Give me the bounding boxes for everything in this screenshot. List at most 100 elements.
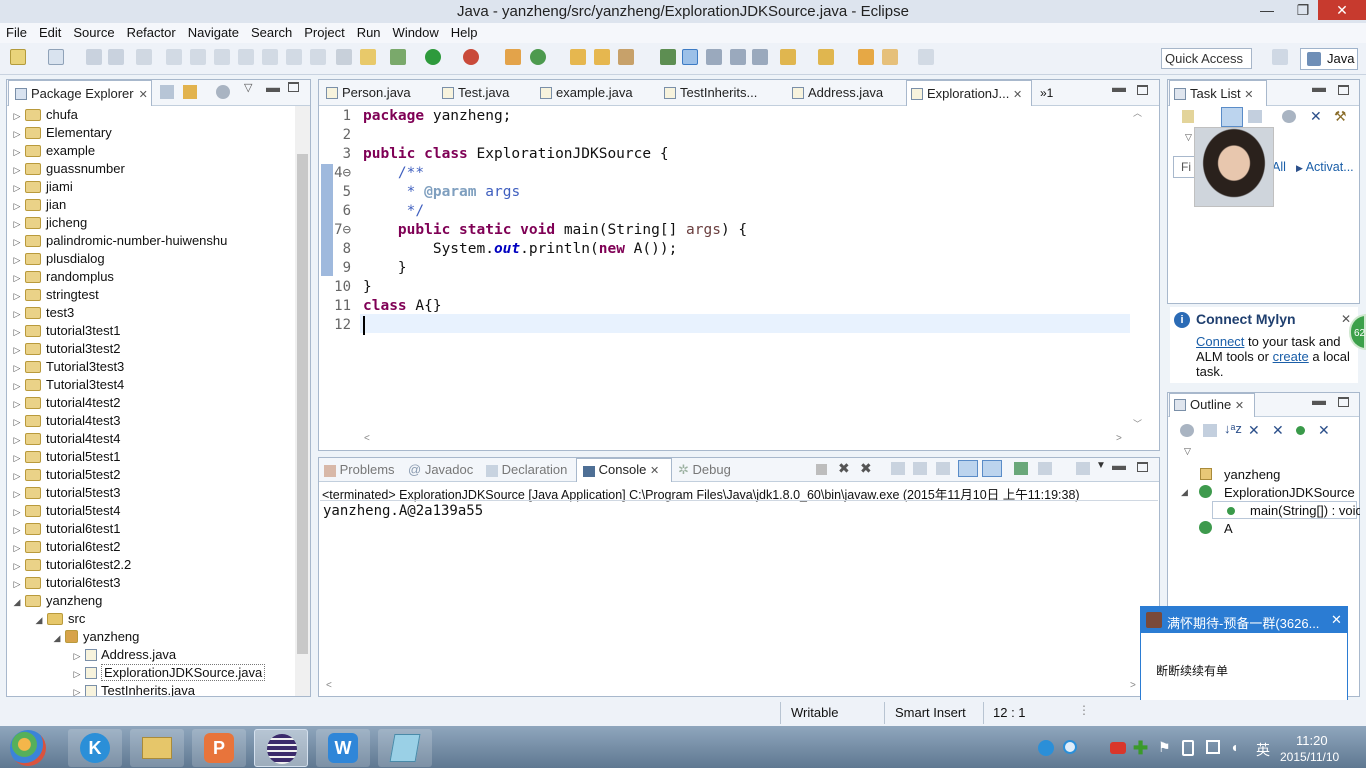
minimize-console-icon[interactable]: ▬: [1112, 457, 1126, 473]
pin-console-icon[interactable]: [1014, 462, 1028, 475]
tree-project[interactable]: ▷ tutorial5test3: [9, 484, 295, 502]
expand-arrow-icon[interactable]: ▷: [9, 215, 25, 233]
run-icon[interactable]: [425, 49, 441, 65]
tab-outline[interactable]: Outline ✕: [1169, 393, 1255, 417]
expand-arrow-icon[interactable]: ▷: [9, 557, 25, 575]
terminate-icon[interactable]: [214, 49, 230, 65]
expand-arrow-icon[interactable]: ▷: [9, 323, 25, 341]
tree-project[interactable]: ▷ test3: [9, 304, 295, 322]
start-button[interactable]: [10, 730, 46, 766]
collapse-arrow-icon[interactable]: ▽: [1184, 446, 1191, 457]
tree-project[interactable]: ▷ tutorial6test2.2: [9, 556, 295, 574]
tree-project[interactable]: ▷ example: [9, 142, 295, 160]
display-console-icon[interactable]: [1038, 462, 1052, 475]
tab-declaration[interactable]: Declaration: [486, 462, 567, 477]
tree-project[interactable]: ◢ yanzheng: [9, 592, 295, 610]
tree-file[interactable]: ▷ TestInherits.java: [9, 682, 295, 696]
new-task-icon[interactable]: [1182, 110, 1194, 123]
tree-project[interactable]: ▷ tutorial6test1: [9, 520, 295, 538]
show-on-stderr-icon[interactable]: [982, 460, 1002, 477]
tree-project[interactable]: ▷ palindromic-number-huiwenshu: [9, 232, 295, 250]
highlight-icon[interactable]: [682, 49, 698, 65]
tree-package[interactable]: ◢ yanzheng: [9, 628, 295, 646]
new-java-package-icon[interactable]: [505, 49, 521, 65]
console-output[interactable]: yanzheng.A@2a139a55: [323, 503, 483, 519]
expand-arrow-icon[interactable]: ▷: [9, 413, 25, 431]
new-project-icon[interactable]: [48, 49, 64, 65]
tree-project[interactable]: ▷ guassnumber: [9, 160, 295, 178]
menu-run[interactable]: Run: [351, 23, 387, 42]
editor-horizontal-scrollbar[interactable]: < >: [360, 432, 1130, 448]
tree-project[interactable]: ▷ tutorial4test3: [9, 412, 295, 430]
taskbar-app-eclipse[interactable]: [254, 729, 308, 767]
create-link[interactable]: create: [1273, 349, 1309, 364]
tray-k-icon[interactable]: [1038, 740, 1054, 756]
scroll-right-icon[interactable]: >: [1116, 433, 1122, 444]
tree-src-folder[interactable]: ◢ src: [9, 610, 295, 628]
new-java-class-icon[interactable]: [530, 49, 546, 65]
tab-editor-file[interactable]: Person.java: [322, 80, 432, 106]
outline-class[interactable]: ExplorationJDKSource: [1224, 485, 1355, 500]
outline-class-a[interactable]: A: [1224, 521, 1233, 536]
expand-arrow-icon[interactable]: ▷: [9, 395, 25, 413]
expand-arrow-icon[interactable]: ▷: [9, 359, 25, 377]
expand-arrow-icon[interactable]: ▷: [9, 521, 25, 539]
hide-fields-icon[interactable]: ✕: [1248, 422, 1260, 439]
scroll-right-icon[interactable]: >: [1130, 680, 1136, 691]
show-whitespace-icon[interactable]: [730, 49, 746, 65]
open-console-icon[interactable]: [1076, 462, 1090, 475]
tree-project[interactable]: ▷ tutorial4test2: [9, 394, 295, 412]
tab-package-explorer[interactable]: Package Explorer ✕: [8, 80, 152, 106]
categorized-icon[interactable]: [1221, 107, 1243, 127]
expand-arrow-icon[interactable]: ▷: [9, 431, 25, 449]
remove-launch-icon[interactable]: ✖: [838, 460, 850, 477]
external-tools-icon[interactable]: [463, 49, 479, 65]
minimize-tasklist-icon[interactable]: ▬: [1312, 79, 1326, 95]
taskbar-app-kuaiya[interactable]: K: [68, 729, 122, 767]
collapse-arrow-icon[interactable]: ▽: [1185, 132, 1192, 143]
tree-project[interactable]: ▷ tutorial6test3: [9, 574, 295, 592]
toggle-icon[interactable]: [136, 49, 152, 65]
clock-date[interactable]: 2015/11/10: [1280, 750, 1339, 764]
new-icon[interactable]: [10, 49, 26, 65]
task-activate-link[interactable]: ▶ Activat...: [1296, 160, 1354, 174]
clear-console-icon[interactable]: [891, 462, 905, 475]
code-area[interactable]: package yanzheng; public class Explorati…: [363, 107, 1123, 335]
prev-annotation-icon[interactable]: [818, 49, 834, 65]
hide-local-types-icon[interactable]: ✕: [1318, 422, 1330, 439]
tree-file-selected[interactable]: ▷ ExplorationJDKSource.java: [9, 664, 295, 682]
expand-arrow-icon[interactable]: ▷: [9, 251, 25, 269]
java-perspective-button[interactable]: Java: [1300, 48, 1358, 70]
open-perspective-icon[interactable]: [1272, 49, 1288, 65]
expand-arrow-icon[interactable]: ▷: [9, 179, 25, 197]
tray-ime-indicator[interactable]: 英: [1256, 740, 1270, 760]
expand-arrow-icon[interactable]: ▷: [69, 647, 85, 665]
taskbar-app-explorer[interactable]: [130, 729, 184, 767]
tree-project[interactable]: ▷ tutorial5test4: [9, 502, 295, 520]
minimize-editor-icon[interactable]: ▬: [1112, 79, 1126, 95]
avatar[interactable]: [1194, 127, 1274, 207]
suspend-icon[interactable]: [190, 49, 206, 65]
menu-edit[interactable]: Edit: [33, 23, 67, 42]
maximize-editor-icon[interactable]: [1137, 85, 1148, 95]
tree-file[interactable]: ▷ Address.java: [9, 646, 295, 664]
taskbar-app-ppt[interactable]: P: [192, 729, 246, 767]
expand-arrow-icon[interactable]: ▷: [9, 503, 25, 521]
debug-icon[interactable]: [390, 49, 406, 65]
expand-arrow-icon[interactable]: ▷: [9, 287, 25, 305]
tray-monitor-icon[interactable]: [1206, 740, 1220, 754]
expand-arrow-icon[interactable]: ▷: [9, 539, 25, 557]
tray-q-icon[interactable]: [1063, 740, 1077, 754]
menu-source[interactable]: Source: [67, 23, 120, 42]
outline-package[interactable]: yanzheng: [1224, 467, 1280, 482]
use-step-filters-icon[interactable]: [336, 49, 352, 65]
clock-time[interactable]: 11:20: [1296, 733, 1328, 748]
expand-arrow-icon[interactable]: ▷: [9, 575, 25, 593]
last-edit-icon[interactable]: [858, 49, 874, 65]
scroll-left-icon[interactable]: <: [364, 433, 370, 444]
expand-arrow-icon[interactable]: ▷: [9, 485, 25, 503]
expand-arrow-icon[interactable]: ▷: [9, 467, 25, 485]
task-filter-all[interactable]: All: [1272, 160, 1286, 174]
save-icon[interactable]: [86, 49, 102, 65]
collapse-all-icon[interactable]: [160, 85, 174, 99]
